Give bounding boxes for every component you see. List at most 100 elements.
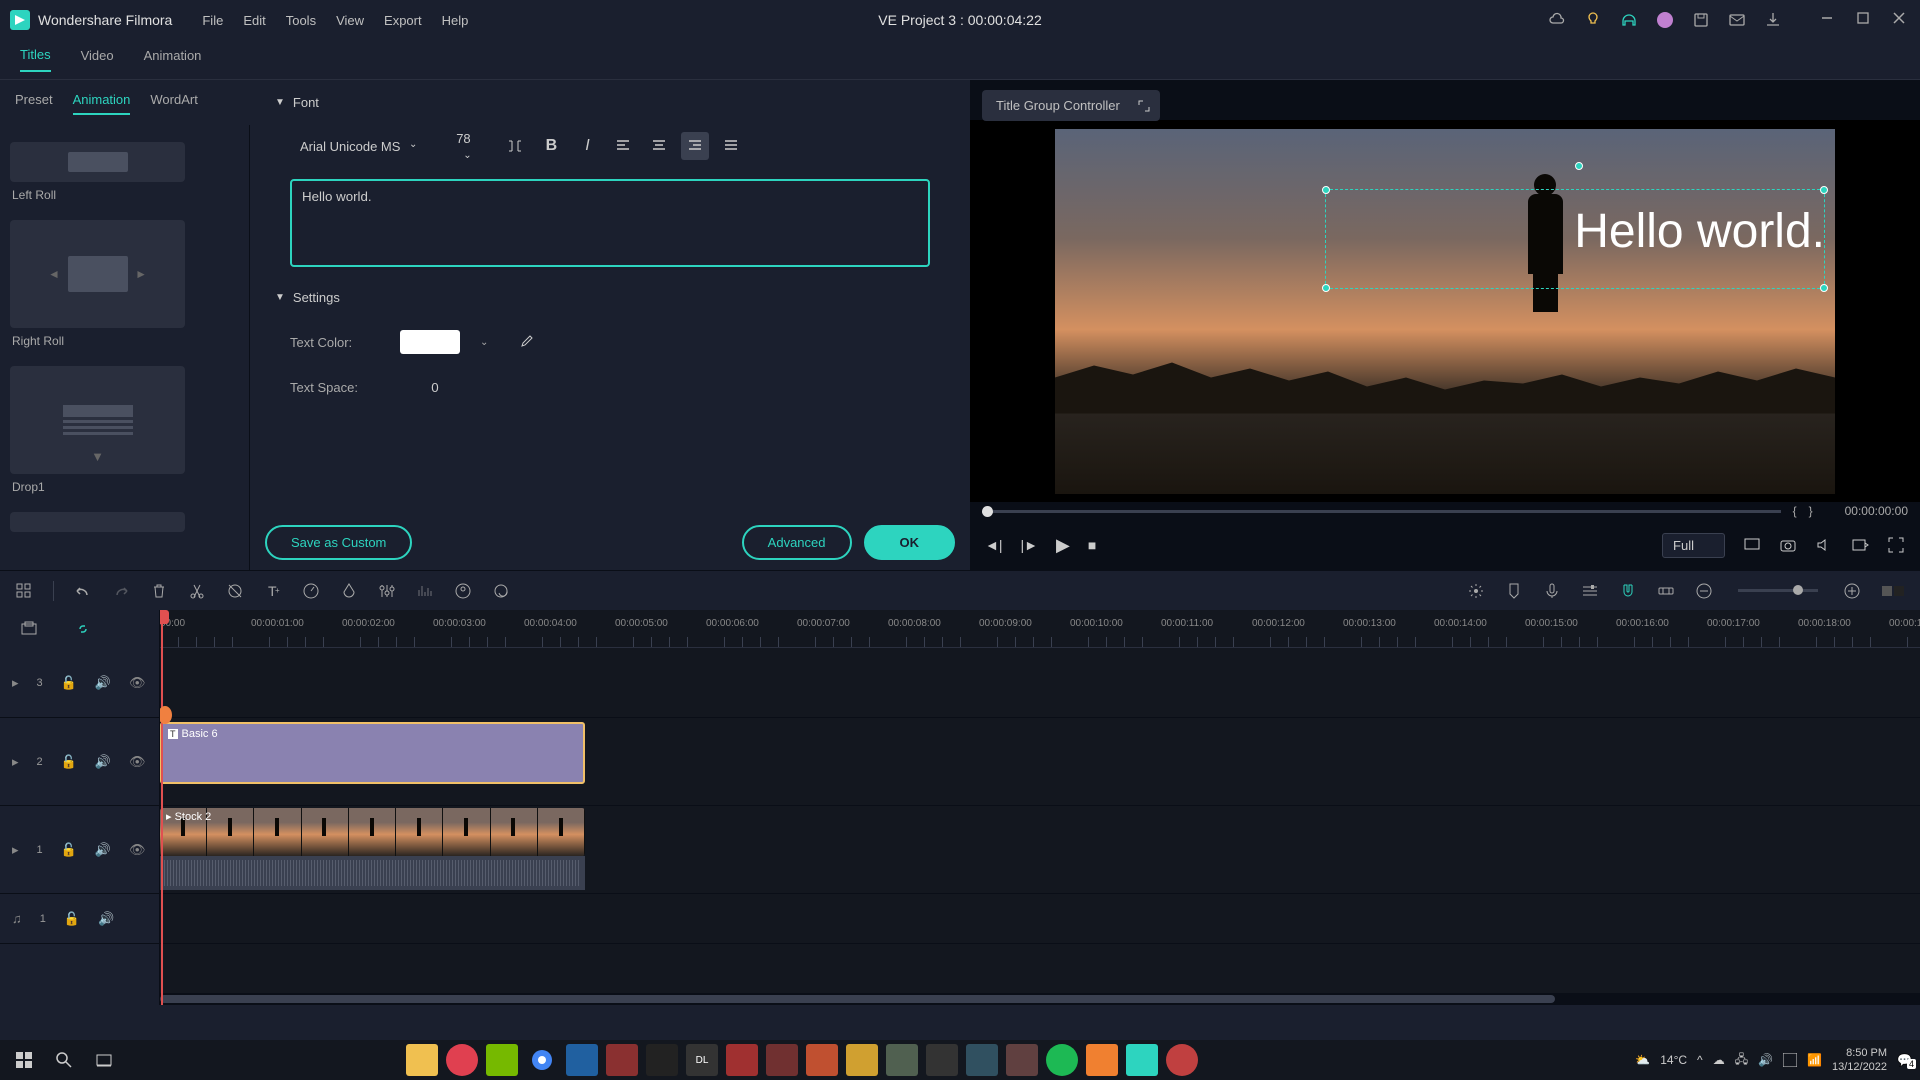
track-v3[interactable] bbox=[160, 648, 1920, 718]
mute-icon[interactable]: 🔊 bbox=[95, 842, 111, 858]
tab-titles[interactable]: Titles bbox=[20, 47, 51, 72]
audio-icon[interactable] bbox=[416, 582, 434, 600]
align-right-button[interactable] bbox=[681, 132, 709, 160]
menu-edit[interactable]: Edit bbox=[243, 13, 265, 28]
link-icon[interactable] bbox=[1657, 582, 1675, 600]
zoom-in-icon[interactable] bbox=[1843, 582, 1861, 600]
advanced-button[interactable]: Advanced bbox=[742, 525, 852, 560]
fullscreen-icon[interactable] bbox=[1887, 536, 1905, 554]
tray-wifi-icon[interactable]: 📶 bbox=[1807, 1053, 1822, 1067]
track-header-a1[interactable]: ♫1 🔓 🔊 bbox=[0, 894, 159, 944]
visibility-icon[interactable]: 👁 bbox=[129, 675, 146, 691]
track-v1[interactable]: ▸ Stock 2 bbox=[160, 806, 1920, 894]
start-button[interactable] bbox=[8, 1044, 40, 1076]
save-icon[interactable] bbox=[1692, 11, 1710, 29]
scrub-track[interactable] bbox=[982, 510, 1781, 513]
taskbar-spotify[interactable] bbox=[1046, 1044, 1078, 1076]
effects-icon[interactable] bbox=[1467, 582, 1485, 600]
tray-chevron-icon[interactable]: ^ bbox=[1697, 1053, 1703, 1067]
mail-icon[interactable] bbox=[1728, 11, 1746, 29]
play-button[interactable]: ▶ bbox=[1056, 535, 1070, 556]
ok-button[interactable]: OK bbox=[864, 525, 956, 560]
taskbar-app6[interactable] bbox=[606, 1044, 638, 1076]
text-color-swatch[interactable] bbox=[400, 330, 460, 354]
adjust-icon[interactable] bbox=[378, 582, 396, 600]
subtab-preset[interactable]: Preset bbox=[15, 92, 53, 115]
track-v2[interactable]: TBasic 6 bbox=[160, 718, 1920, 806]
text-icon[interactable]: T+ bbox=[264, 582, 282, 600]
taskbar-app12[interactable] bbox=[846, 1044, 878, 1076]
taskbar-chrome[interactable] bbox=[526, 1044, 558, 1076]
headphones-icon[interactable] bbox=[1620, 11, 1638, 29]
tray-onedrive-icon[interactable]: ☁ bbox=[1713, 1053, 1725, 1067]
anim-item-drop1[interactable]: ▼ Drop1 bbox=[10, 366, 239, 500]
scrub-handle[interactable] bbox=[982, 506, 993, 517]
taskbar-app5[interactable] bbox=[566, 1044, 598, 1076]
zoom-slider[interactable] bbox=[1738, 589, 1818, 592]
spacing-icon[interactable] bbox=[501, 132, 529, 160]
align-center-button[interactable] bbox=[645, 132, 673, 160]
visibility-icon[interactable]: 👁 bbox=[129, 842, 146, 858]
font-size-select[interactable]: 78 ⌄ bbox=[433, 125, 493, 167]
anim-item-left-roll[interactable]: Left Roll bbox=[10, 142, 239, 208]
timeline-scrollbar[interactable] bbox=[160, 993, 1920, 1005]
magnet-icon[interactable] bbox=[1619, 582, 1637, 600]
notifications-icon[interactable]: 💬4 bbox=[1897, 1053, 1912, 1067]
taskbar-explorer[interactable] bbox=[406, 1044, 438, 1076]
menu-export[interactable]: Export bbox=[384, 13, 422, 28]
lock-icon[interactable]: 🔓 bbox=[61, 842, 77, 858]
visibility-icon[interactable]: 👁 bbox=[129, 754, 146, 770]
taskbar-app13[interactable] bbox=[886, 1044, 918, 1076]
track-header-v2[interactable]: ▸2 🔓 🔊 👁 bbox=[0, 718, 159, 806]
timeline-body[interactable]: 00:0000:00:01:0000:00:02:0000:00:03:0000… bbox=[160, 610, 1920, 1005]
color-icon[interactable] bbox=[340, 582, 358, 600]
title-group-controller[interactable]: Title Group Controller bbox=[982, 90, 1160, 121]
align-left-button[interactable] bbox=[609, 132, 637, 160]
snapshot-icon[interactable] bbox=[1779, 536, 1797, 554]
delete-icon[interactable] bbox=[150, 582, 168, 600]
preview-canvas[interactable]: Hello world. bbox=[970, 120, 1920, 502]
tab-animation[interactable]: Animation bbox=[144, 48, 202, 71]
anim-item-right-roll[interactable]: ◄► Right Roll bbox=[10, 220, 239, 354]
taskbar-filmora[interactable] bbox=[1126, 1044, 1158, 1076]
stop-button[interactable]: ■ bbox=[1088, 537, 1096, 553]
link-tracks-icon[interactable] bbox=[74, 620, 92, 638]
mute-icon[interactable]: 🔊 bbox=[98, 911, 114, 927]
mute-icon[interactable]: 🔊 bbox=[95, 754, 111, 770]
redo-icon[interactable] bbox=[112, 582, 130, 600]
search-button[interactable] bbox=[48, 1044, 80, 1076]
tray-lang-icon[interactable] bbox=[1783, 1053, 1797, 1067]
align-justify-button[interactable] bbox=[717, 132, 745, 160]
track-header-v3[interactable]: ▸3 🔓 🔊 👁 bbox=[0, 648, 159, 718]
prev-frame-button[interactable]: ◄| bbox=[985, 537, 1003, 553]
preview-quality-select[interactable]: Full bbox=[1662, 533, 1725, 558]
taskbar-app16[interactable] bbox=[1006, 1044, 1038, 1076]
taskbar-app10[interactable] bbox=[766, 1044, 798, 1076]
green-screen-icon[interactable] bbox=[454, 582, 472, 600]
zoom-out-icon[interactable] bbox=[1695, 582, 1713, 600]
export-frame-icon[interactable] bbox=[1851, 536, 1869, 554]
taskbar-app7[interactable] bbox=[646, 1044, 678, 1076]
mute-icon[interactable]: 🔊 bbox=[95, 675, 111, 691]
taskbar-nvidia[interactable] bbox=[486, 1044, 518, 1076]
menu-tools[interactable]: Tools bbox=[286, 13, 316, 28]
video-clip[interactable]: ▸ Stock 2 bbox=[160, 808, 585, 856]
subtab-wordart[interactable]: WordArt bbox=[150, 92, 197, 115]
font-section-header[interactable]: ▼ Font bbox=[275, 95, 945, 110]
lock-icon[interactable]: 🔓 bbox=[61, 675, 77, 691]
expand-icon[interactable] bbox=[1138, 100, 1150, 112]
menu-view[interactable]: View bbox=[336, 13, 364, 28]
taskbar-app8[interactable]: DL bbox=[686, 1044, 718, 1076]
zoom-fit-icon[interactable] bbox=[1881, 582, 1905, 600]
audio-waveform[interactable] bbox=[160, 856, 585, 890]
weather-icon[interactable]: ⛅ bbox=[1635, 1053, 1650, 1067]
download-icon[interactable] bbox=[1764, 11, 1782, 29]
tab-video[interactable]: Video bbox=[81, 48, 114, 71]
mark-out-button[interactable]: } bbox=[1809, 504, 1813, 518]
preview-title-text[interactable]: Hello world. bbox=[1574, 204, 1825, 259]
lightbulb-icon[interactable] bbox=[1584, 11, 1602, 29]
record-icon[interactable] bbox=[492, 582, 510, 600]
taskbar-app19[interactable] bbox=[1166, 1044, 1198, 1076]
taskbar-vlc[interactable] bbox=[1086, 1044, 1118, 1076]
taskbar-opera[interactable] bbox=[446, 1044, 478, 1076]
